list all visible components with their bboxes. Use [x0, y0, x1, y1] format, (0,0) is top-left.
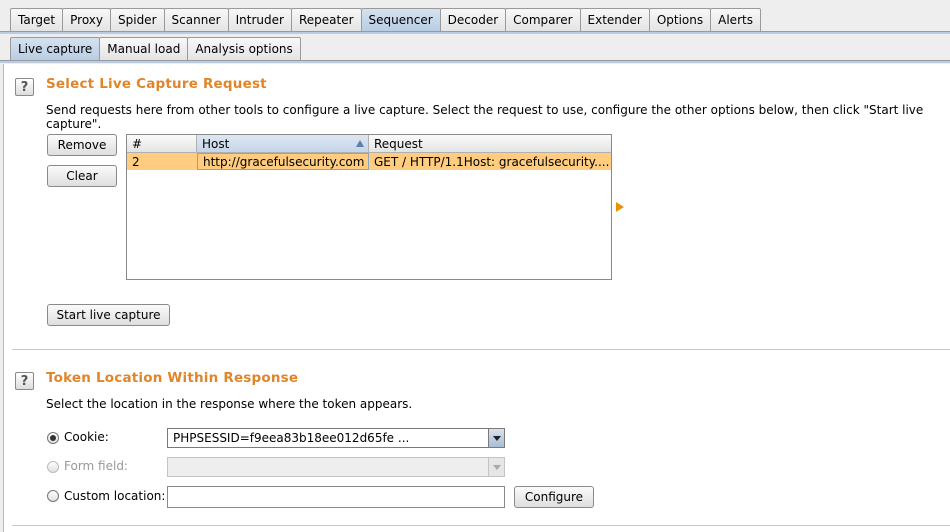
column-host-label: Host [202, 136, 230, 151]
tab-scanner[interactable]: Scanner [163, 8, 229, 31]
cell-host: http://gracefulsecurity.com [197, 153, 369, 170]
chevron-down-icon [488, 458, 504, 476]
capture-section-title: Select Live Capture Request [46, 76, 267, 92]
custom-location-radio[interactable] [47, 490, 59, 502]
main-tab-bar: Target Proxy Spider Scanner Intruder Rep… [0, 0, 950, 34]
form-field-select [167, 457, 505, 477]
table-row[interactable]: 2 http://gracefulsecurity.com GET / HTTP… [127, 153, 611, 170]
remove-button[interactable]: Remove [47, 134, 117, 156]
token-section-title: Token Location Within Response [46, 370, 299, 386]
subtab-analysis-options[interactable]: Analysis options [187, 37, 301, 60]
configure-button[interactable]: Configure [514, 486, 594, 508]
subtab-live-capture[interactable]: Live capture [10, 37, 101, 60]
tab-sequencer[interactable]: Sequencer [360, 8, 441, 31]
section-divider [12, 525, 950, 526]
tab-repeater[interactable]: Repeater [290, 8, 362, 31]
tab-target[interactable]: Target [10, 8, 64, 31]
section-divider [12, 349, 950, 350]
tab-spider[interactable]: Spider [110, 8, 165, 31]
cell-request: GET / HTTP/1.1Host: gracefulsecurity.... [374, 154, 610, 169]
sub-tab-bar: Live capture Manual load Analysis option… [0, 34, 950, 64]
subtab-manual-load[interactable]: Manual load [99, 37, 189, 60]
table-header: # Host Request [127, 135, 611, 153]
start-live-capture-button[interactable]: Start live capture [47, 304, 170, 326]
requests-table[interactable]: # Host Request 2 http://gracefulsecurity… [126, 134, 612, 280]
tab-intruder[interactable]: Intruder [227, 8, 292, 31]
subtab-underline [0, 60, 950, 63]
capture-description: Send requests here from other tools to c… [46, 103, 924, 131]
column-header-number[interactable]: # [127, 135, 197, 153]
cookie-select[interactable]: PHPSESSID=f9eea83b18ee012d65fe ... [167, 428, 505, 448]
cookie-label: Cookie: [64, 430, 109, 444]
cell-number: 2 [132, 154, 140, 169]
clear-button[interactable]: Clear [47, 165, 117, 187]
custom-location-field[interactable] [167, 486, 505, 508]
live-capture-panel: ? Select Live Capture Request Send reque… [3, 64, 950, 532]
column-header-request[interactable]: Request [369, 135, 611, 153]
column-header-host[interactable]: Host [197, 135, 369, 153]
tab-decoder[interactable]: Decoder [439, 8, 507, 31]
form-field-radio [47, 461, 59, 473]
help-icon[interactable]: ? [15, 372, 34, 390]
tab-options[interactable]: Options [648, 8, 712, 31]
help-icon[interactable]: ? [15, 78, 34, 96]
tab-proxy[interactable]: Proxy [62, 8, 111, 31]
cookie-select-value: PHPSESSID=f9eea83b18ee012d65fe ... [173, 431, 410, 445]
cookie-radio[interactable] [47, 432, 59, 444]
custom-location-label: Custom location: [64, 489, 166, 503]
tab-comparer[interactable]: Comparer [505, 8, 581, 31]
tab-extender[interactable]: Extender [579, 8, 650, 31]
sort-ascending-icon [356, 140, 364, 147]
form-field-label: Form field: [64, 459, 128, 473]
expand-arrow-icon[interactable] [616, 202, 624, 212]
token-description: Select the location in the response wher… [46, 397, 413, 411]
chevron-down-icon[interactable] [488, 429, 504, 447]
tab-alerts[interactable]: Alerts [710, 8, 761, 31]
